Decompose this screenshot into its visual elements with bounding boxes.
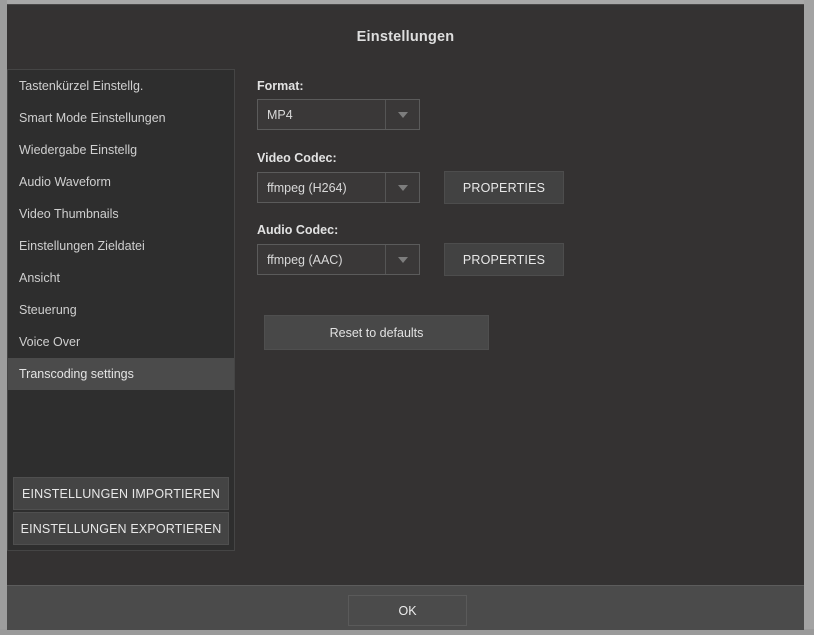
settings-sidebar: Tastenkürzel Einstellg. Smart Mode Einst… [7, 69, 235, 551]
video-codec-label: Video Codec: [257, 151, 337, 165]
sidebar-item-label: Wiedergabe Einstellg [19, 143, 138, 157]
export-settings-button[interactable]: EINSTELLUNGEN EXPORTIEREN [13, 512, 229, 545]
video-codec-select-value: ffmpeg (H264) [267, 180, 347, 195]
dialog-footer: OK [7, 585, 804, 630]
audio-codec-field-row: ffmpeg (AAC) PROPERTIES [257, 243, 564, 276]
audio-codec-label-row: Audio Codec: [257, 223, 338, 237]
format-label: Format: [257, 79, 304, 93]
audio-codec-select-value: ffmpeg (AAC) [267, 252, 343, 267]
sidebar-item-label: Einstellungen Zieldatei [19, 239, 145, 253]
video-codec-select[interactable]: ffmpeg (H264) [257, 172, 420, 203]
chevron-down-glyph [397, 184, 408, 191]
video-codec-properties-button[interactable]: PROPERTIES [444, 171, 564, 204]
audio-codec-label: Audio Codec: [257, 223, 339, 237]
sidebar-item-tastenkuerzel-einstellg[interactable]: Tastenkürzel Einstellg. [8, 70, 234, 102]
dialog-titlebar: Einstellungen [7, 5, 804, 61]
video-codec-label-row: Video Codec: [257, 151, 337, 165]
sidebar-item-transcoding-settings[interactable]: Transcoding settings [8, 358, 234, 390]
sidebar-item-label: Tastenkürzel Einstellg. [19, 79, 144, 93]
sidebar-item-audio-waveform[interactable]: Audio Waveform [8, 166, 234, 198]
settings-dialog: Einstellungen Tastenkürzel Einstellg. Sm… [7, 4, 804, 630]
sidebar-item-label: Smart Mode Einstellungen [19, 111, 166, 125]
ok-button[interactable]: OK [348, 595, 467, 626]
audio-codec-properties-button[interactable]: PROPERTIES [444, 243, 564, 276]
sidebar-item-label: Steuerung [19, 303, 77, 317]
window-chrome-right [804, 0, 814, 635]
chevron-down-icon[interactable] [385, 173, 419, 202]
desktop-background: Einstellungen Tastenkürzel Einstellg. Sm… [0, 0, 814, 635]
chevron-down-icon[interactable] [385, 100, 419, 129]
chevron-down-glyph [397, 256, 408, 263]
sidebar-item-label: Video Thumbnails [19, 207, 119, 221]
format-select-value: MP4 [267, 107, 293, 122]
sidebar-item-label: Voice Over [19, 335, 81, 349]
import-settings-button[interactable]: EINSTELLUNGEN IMPORTIEREN [13, 477, 229, 510]
page-title: Einstellungen [356, 29, 455, 45]
transcoding-settings-panel: Format: MP4 Video Codec: ffmpeg (H264) P… [257, 69, 777, 551]
sidebar-item-ansicht[interactable]: Ansicht [8, 262, 234, 294]
audio-codec-select[interactable]: ffmpeg (AAC) [257, 244, 420, 275]
sidebar-item-label: Ansicht [19, 271, 60, 285]
sidebar-item-label: Audio Waveform [19, 175, 111, 189]
sidebar-item-einstellungen-zieldatei[interactable]: Einstellungen Zieldatei [8, 230, 234, 262]
format-label-row: Format: [257, 79, 304, 93]
sidebar-item-label: Transcoding settings [19, 367, 134, 381]
video-codec-field-row: ffmpeg (H264) PROPERTIES [257, 171, 564, 204]
sidebar-item-video-thumbnails[interactable]: Video Thumbnails [8, 198, 234, 230]
chevron-down-glyph [397, 111, 408, 118]
chevron-down-icon[interactable] [385, 245, 419, 274]
window-chrome-left [0, 0, 7, 635]
sidebar-item-wiedergabe-einstellg[interactable]: Wiedergabe Einstellg [8, 134, 234, 166]
sidebar-action-buttons: EINSTELLUNGEN IMPORTIEREN EINSTELLUNGEN … [13, 477, 229, 545]
sidebar-item-smart-mode-einstellungen[interactable]: Smart Mode Einstellungen [8, 102, 234, 134]
sidebar-item-steuerung[interactable]: Steuerung [8, 294, 234, 326]
reset-to-defaults-button[interactable]: Reset to defaults [264, 315, 489, 350]
sidebar-nav-list: Tastenkürzel Einstellg. Smart Mode Einst… [8, 70, 234, 390]
format-field-row: MP4 [257, 99, 420, 130]
format-select[interactable]: MP4 [257, 99, 420, 130]
sidebar-item-voice-over[interactable]: Voice Over [8, 326, 234, 358]
